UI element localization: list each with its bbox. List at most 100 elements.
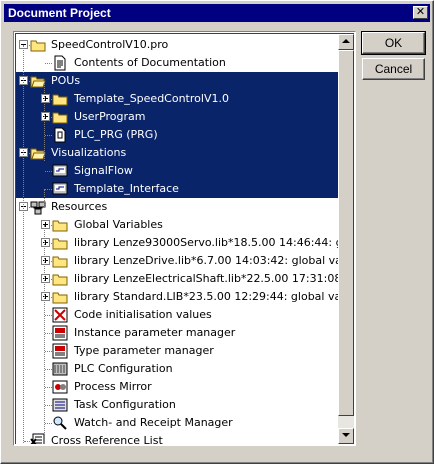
tree-item-code-initialisation-values[interactable]: Code initialisation values [16,306,340,324]
task-config-icon [52,397,68,413]
arrow-down-icon [342,433,350,437]
cancel-button[interactable]: Cancel [362,58,425,80]
tree-connector-line [45,189,52,190]
tree-item-template-speedcontrolv1-0[interactable]: Template_SpeedControlV1.0 [16,90,340,108]
tree-connector-line [45,387,52,388]
tree-item-label: Template_Interface [74,182,179,195]
parameter-manager-icon [52,325,68,341]
tree-item-process-mirror[interactable]: Process Mirror [16,378,340,396]
tree-item-library-lenze93000servo-lib-18-5-00-14-4[interactable]: library Lenze93000Servo.lib*18.5.00 14:4… [16,234,354,252]
document-icon [52,55,68,71]
tree-item-instance-parameter-manager[interactable]: Instance parameter manager [16,324,340,342]
visualization-icon [52,181,68,197]
tree-item-label: Watch- and Receipt Manager [74,416,233,429]
tree-item-label: library Lenze93000Servo.lib*18.5.00 14:4… [74,236,354,249]
tree-item-label: SpeedControlV10.pro [51,38,169,51]
tree-connector-line [45,405,52,406]
tree-item-label: Cross Reference List [51,434,163,444]
expand-icon[interactable] [41,112,50,121]
process-mirror-icon [52,379,68,395]
expand-icon[interactable] [41,220,50,229]
vertical-scrollbar[interactable] [338,34,354,444]
close-button[interactable]: ✕ [413,6,428,19]
tree-branch-line [44,225,45,444]
pou-icon [52,127,68,143]
tree-item-library-standard-lib-23-5-00-12-29-44-gl[interactable]: library Standard.LIB*23.5.00 12:29:44: g… [16,288,354,306]
scroll-down-button[interactable] [338,428,354,444]
tree-item-label: SignalFlow [74,164,133,177]
document-project-dialog: Document Project ✕ SpeedControlV10.pro Co… [0,0,434,464]
tree-item-label: Global Variables [74,218,163,231]
expand-icon[interactable] [41,94,50,103]
folder-icon [52,235,68,251]
tree-connector-line [45,315,52,316]
tree-item-plc-prg-prg[interactable]: PLC_PRG (PRG) [16,126,340,144]
expand-icon[interactable] [41,256,50,265]
scroll-thumb[interactable] [338,50,354,416]
tree-item-library-lenzeelectricalshaft-lib-22-5-00[interactable]: library LenzeElectricalShaft.lib*22.5.00… [16,270,354,288]
tree-item-label: Contents of Documentation [74,56,226,69]
tree-item-userprogram[interactable]: UserProgram [16,108,340,126]
folder-icon [52,217,68,233]
tree-item-label: library LenzeDrive.lib*6.7.00 14:03:42: … [74,254,354,267]
scroll-up-button[interactable] [338,34,354,50]
tree-connector-line [45,351,52,352]
tree-item-label: Type parameter manager [74,344,214,357]
tree-item-label: library Standard.LIB*23.5.00 12:29:44: g… [74,290,354,303]
tree-item-label: Visualizations [51,146,127,159]
visualization-icon [52,163,68,179]
tree-item-template-interface[interactable]: Template_Interface [16,180,340,198]
tree-connector-line [45,135,52,136]
tree-item-label: library LenzeElectricalShaft.lib*22.5.00… [74,272,354,285]
tree-item-resources[interactable]: Resources [16,198,340,216]
tree-connector-line [45,63,52,64]
expand-icon[interactable] [41,238,50,247]
title-bar[interactable]: Document Project ✕ [4,4,430,22]
code-init-icon [52,307,68,323]
tree-item-label: POUs [51,74,81,87]
watch-manager-icon [52,415,68,431]
tree-item-type-parameter-manager[interactable]: Type parameter manager [16,342,340,360]
close-icon: ✕ [415,6,426,18]
tree-item-label: UserProgram [74,110,146,123]
tree-item-contents-of-documentation[interactable]: Contents of Documentation [16,54,340,72]
tree-item-speedcontrolv10-pro[interactable]: SpeedControlV10.pro [16,36,340,54]
tree-item-label: Code initialisation values [74,308,212,321]
plc-config-icon [52,361,68,377]
tree-item-label: Task Configuration [74,398,176,411]
folder-icon [52,91,68,107]
tree-trunk-line [23,45,24,444]
tree-item-cross-reference-list[interactable]: Cross Reference List [16,432,340,444]
tree-item-label: Instance parameter manager [74,326,236,339]
tree-item-signalflow[interactable]: SignalFlow [16,162,340,180]
ok-button[interactable]: OK [361,31,426,55]
tree-branch-line [44,189,45,207]
tree-item-watch-and-receipt-manager[interactable]: Watch- and Receipt Manager [16,414,340,432]
tree-item-label: Template_SpeedControlV1.0 [74,92,229,105]
project-icon [30,37,46,53]
tree-item-task-configuration[interactable]: Task Configuration [16,396,340,414]
project-tree-view[interactable]: SpeedControlV10.pro Contents of Documenta… [15,33,354,444]
folder-icon [52,289,68,305]
tree-connector-line [45,369,52,370]
tree-item-label: Process Mirror [74,380,152,393]
expand-icon[interactable] [41,274,50,283]
folder-icon [52,109,68,125]
tree-item-plc-configuration[interactable]: PLC Configuration [16,360,340,378]
tree-item-label: PLC Configuration [74,362,173,375]
tree-connector-line [45,333,52,334]
tree-item-label: PLC_PRG (PRG) [74,128,158,141]
project-tree[interactable]: SpeedControlV10.pro Contents of Documenta… [13,31,356,446]
expand-icon[interactable] [41,292,50,301]
tree-connector-line [45,423,52,424]
tree-item-visualizations[interactable]: Visualizations [16,144,340,162]
tree-branch-line [44,81,45,161]
dialog-title: Document Project [8,6,111,20]
folder-icon [52,271,68,287]
folder-icon [52,253,68,269]
arrow-up-icon [342,39,350,43]
tree-item-pous[interactable]: POUs [16,72,340,90]
tree-item-library-lenzedrive-lib-6-7-00-14-03-42-g[interactable]: library LenzeDrive.lib*6.7.00 14:03:42: … [16,252,354,270]
tree-item-global-variables[interactable]: Global Variables [16,216,340,234]
parameter-manager-icon [52,343,68,359]
